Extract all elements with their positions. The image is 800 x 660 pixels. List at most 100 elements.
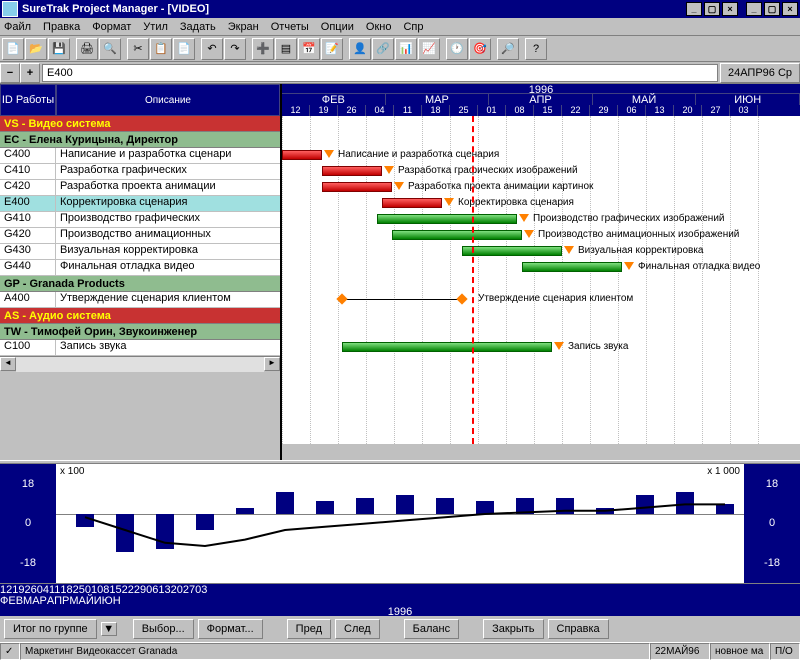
prev-button[interactable]: Пред xyxy=(287,619,331,639)
chart-plot[interactable]: x 100 x 1 000 xyxy=(56,464,744,583)
copy-icon[interactable]: 📋 xyxy=(150,38,172,60)
day-label: 29 xyxy=(590,105,618,116)
zoom-icon[interactable]: 🔎 xyxy=(497,38,519,60)
close-button[interactable]: × xyxy=(722,2,738,16)
group-dropdown[interactable]: ▼ xyxy=(101,622,117,636)
menu-format[interactable]: Формат xyxy=(92,21,131,33)
minimize-button[interactable]: _ xyxy=(686,2,702,16)
task-row[interactable]: A400Утверждение сценария клиентом xyxy=(0,292,280,308)
gantt-bar[interactable] xyxy=(322,166,382,176)
day-label: 03 xyxy=(195,584,207,595)
group-header[interactable]: EC - Елена Курицына, Директор xyxy=(0,132,280,148)
group-header[interactable]: TW - Тимофей Орин, Звукоинженер xyxy=(0,324,280,340)
group-total-button[interactable]: Итог по группе xyxy=(4,619,97,639)
target-icon[interactable]: 🎯 xyxy=(469,38,491,60)
day-label: 04 xyxy=(366,105,394,116)
day-label: 19 xyxy=(310,105,338,116)
gantt-bar[interactable] xyxy=(282,150,322,160)
task-id: C100 xyxy=(0,340,56,355)
next-button[interactable]: След xyxy=(335,619,380,639)
notes-icon[interactable]: 📝 xyxy=(321,38,343,60)
task-desc: Написание и разработка сценари xyxy=(56,148,280,163)
month-label: МАЙ xyxy=(593,94,697,105)
gantt-bar[interactable] xyxy=(382,198,442,208)
plus-button[interactable]: + xyxy=(20,63,40,83)
task-row[interactable]: C410Разработка графических xyxy=(0,164,280,180)
gantt-bar[interactable] xyxy=(462,246,562,256)
save-icon[interactable]: 💾 xyxy=(48,38,70,60)
child-minimize-button[interactable]: _ xyxy=(746,2,762,16)
undo-icon[interactable]: ↶ xyxy=(201,38,223,60)
resource-icon[interactable]: 👤 xyxy=(349,38,371,60)
task-icon[interactable]: ▤ xyxy=(275,38,297,60)
task-row[interactable]: C400Написание и разработка сценари xyxy=(0,148,280,164)
day-label: 22 xyxy=(122,584,134,595)
format-button[interactable]: Формат... xyxy=(198,619,263,639)
menu-edit[interactable]: Правка xyxy=(43,21,80,33)
col-desc-header[interactable]: Описание xyxy=(56,84,280,116)
insert-icon[interactable]: ➕ xyxy=(252,38,274,60)
id-input[interactable] xyxy=(42,64,718,82)
task-row[interactable]: E400Корректировка сценария xyxy=(0,196,280,212)
minus-button[interactable]: − xyxy=(0,63,20,83)
maximize-button[interactable]: ▢ xyxy=(704,2,720,16)
left-scrollbar[interactable]: ◄► xyxy=(0,356,280,372)
task-desc: Разработка проекта анимации xyxy=(56,180,280,195)
menu-set[interactable]: Задать xyxy=(180,21,216,33)
day-label: 01 xyxy=(478,105,506,116)
child-maximize-button[interactable]: ▢ xyxy=(764,2,780,16)
task-row[interactable]: G440Финальная отладка видео xyxy=(0,260,280,276)
menu-file[interactable]: Файл xyxy=(4,21,31,33)
gantt-label: Разработка графических изображений xyxy=(398,165,578,176)
open-icon[interactable]: 📂 xyxy=(25,38,47,60)
menu-reports[interactable]: Отчеты xyxy=(271,21,309,33)
task-id: G420 xyxy=(0,228,56,243)
select-button[interactable]: Выбор... xyxy=(133,619,194,639)
close-dialog-button[interactable]: Закрыть xyxy=(483,619,543,639)
redo-icon[interactable]: ↷ xyxy=(224,38,246,60)
print-icon[interactable]: 🖨 xyxy=(76,38,98,60)
chart-icon[interactable]: 📊 xyxy=(395,38,417,60)
gantt-label: Производство анимационных изображений xyxy=(538,229,739,240)
help-button[interactable]: Справка xyxy=(548,619,609,639)
link-icon[interactable]: 🔗 xyxy=(372,38,394,60)
gantt-bar[interactable] xyxy=(392,230,522,240)
balance-button[interactable]: Баланс xyxy=(404,619,459,639)
gantt-bar[interactable] xyxy=(522,262,622,272)
day-label: 19 xyxy=(12,584,24,595)
gantt-bar[interactable] xyxy=(322,182,392,192)
task-id: A400 xyxy=(0,292,56,307)
day-label: 20 xyxy=(674,105,702,116)
task-row[interactable]: G420Производство анимационных xyxy=(0,228,280,244)
col-id-header[interactable]: ID Работы xyxy=(0,84,56,116)
task-row[interactable]: G410Производство графических xyxy=(0,212,280,228)
status-mode: новное ма xyxy=(710,643,770,660)
group-header[interactable]: VS - Видео система xyxy=(0,116,280,132)
preview-icon[interactable]: 🔍 xyxy=(99,38,121,60)
help-icon[interactable]: ? xyxy=(525,38,547,60)
menu-util[interactable]: Утил xyxy=(143,21,168,33)
menu-window[interactable]: Окно xyxy=(366,21,392,33)
gantt-scrollbar[interactable] xyxy=(282,444,800,460)
cut-icon[interactable]: ✂ xyxy=(127,38,149,60)
gantt-bar[interactable] xyxy=(342,342,552,352)
gantt-bar[interactable] xyxy=(377,214,517,224)
group-header[interactable]: GP - Granada Products xyxy=(0,276,280,292)
child-close-button[interactable]: × xyxy=(782,2,798,16)
menu-options[interactable]: Опции xyxy=(321,21,354,33)
paste-icon[interactable]: 📄 xyxy=(173,38,195,60)
day-label: 26 xyxy=(338,105,366,116)
task-row[interactable]: C100Запись звука xyxy=(0,340,280,356)
task-row[interactable]: C420Разработка проекта анимации xyxy=(0,180,280,196)
gantt-chart[interactable]: Написание и разработка сценарияРазработк… xyxy=(282,116,800,444)
clock-icon[interactable]: 🕐 xyxy=(446,38,468,60)
gantt-icon[interactable]: 📈 xyxy=(418,38,440,60)
menu-screen[interactable]: Экран xyxy=(228,21,259,33)
day-label: 12 xyxy=(282,105,310,116)
gantt-label: Запись звука xyxy=(568,341,628,352)
task-row[interactable]: G430Визуальная корректировка xyxy=(0,244,280,260)
group-header[interactable]: AS - Аудио система xyxy=(0,308,280,324)
menu-help[interactable]: Спр xyxy=(403,21,423,33)
calendar-icon[interactable]: 📅 xyxy=(298,38,320,60)
new-icon[interactable]: 📄 xyxy=(2,38,24,60)
